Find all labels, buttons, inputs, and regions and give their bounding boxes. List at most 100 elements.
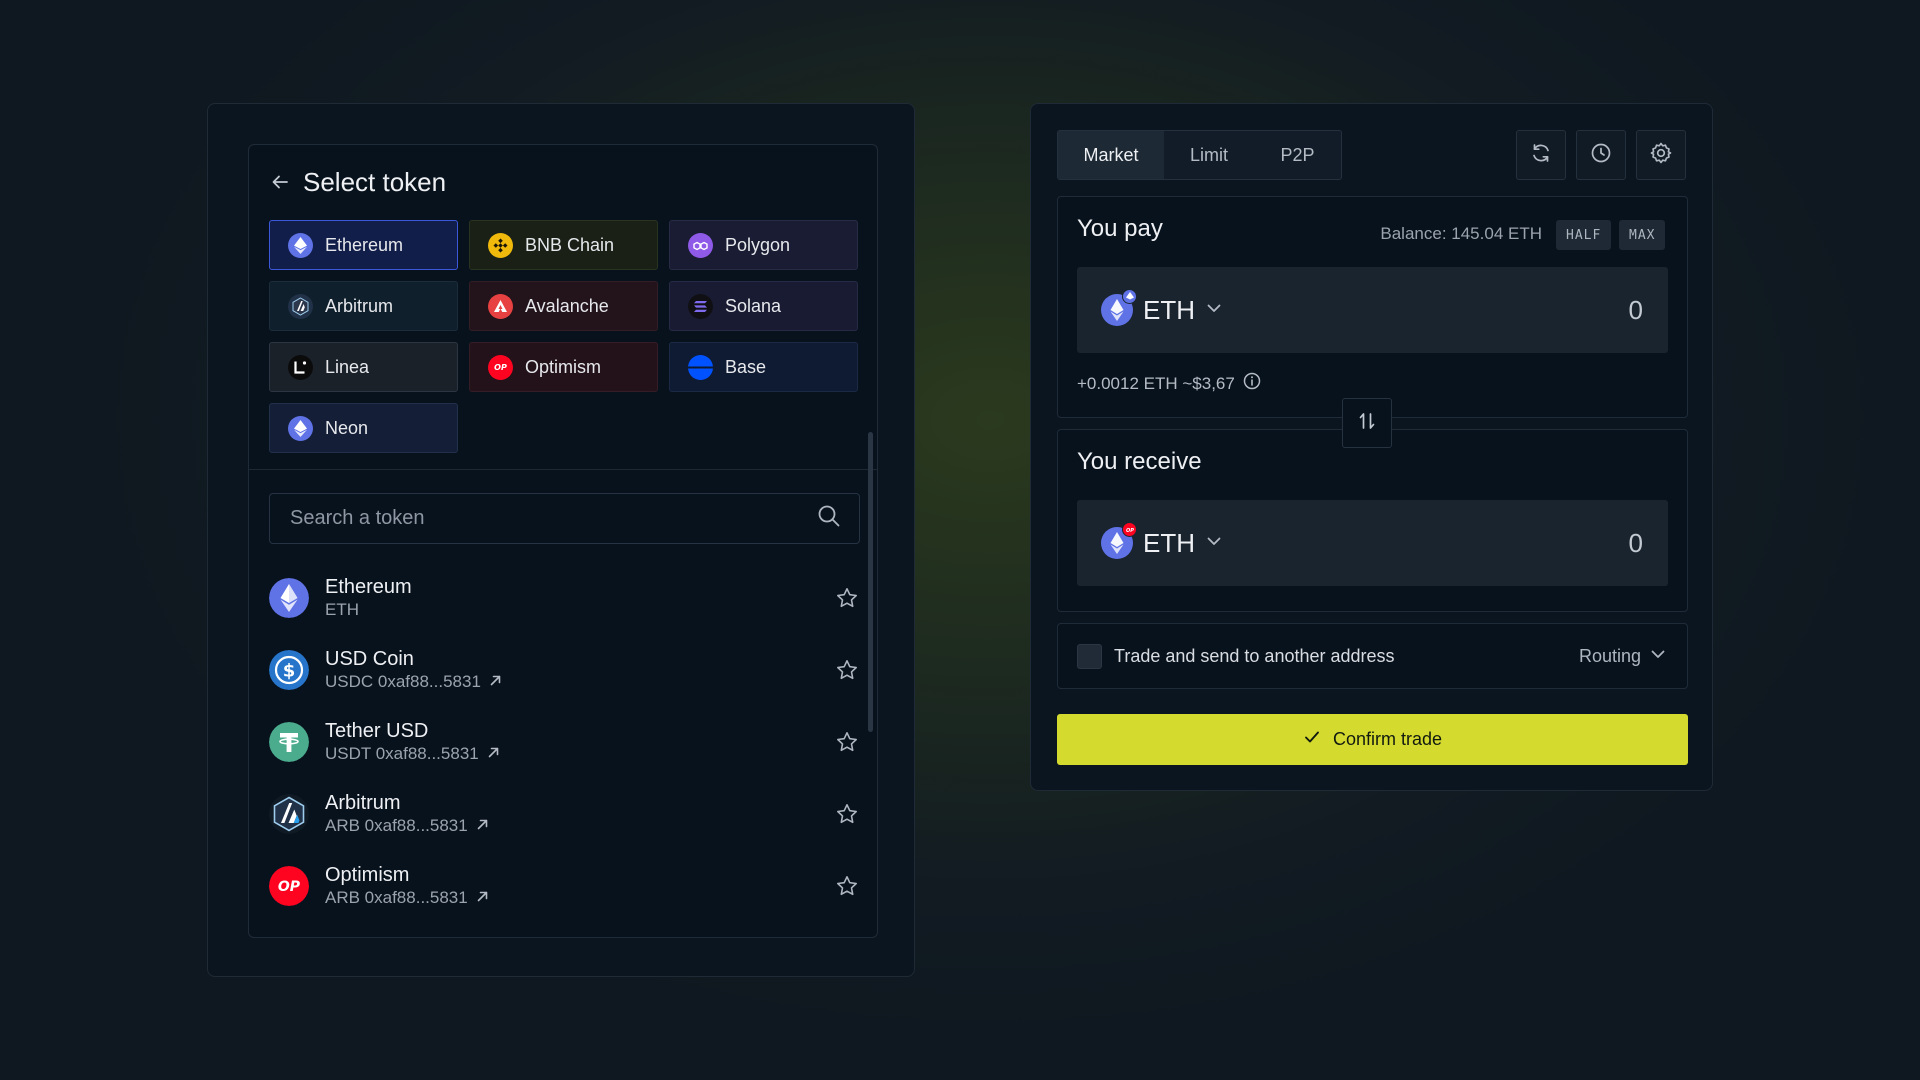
chain-base-button[interactable]: Base [669,342,858,392]
back-arrow-icon[interactable] [269,171,291,193]
receive-amount-input[interactable] [1223,527,1643,559]
svg-text:OP: OP [278,879,301,895]
receive-token-selector[interactable]: OP ETH [1101,522,1223,559]
pay-title: You pay [1077,215,1163,242]
history-icon [1590,142,1612,169]
page-title: Select token [303,166,447,197]
chain-label: Neon [325,417,369,438]
pay-token-symbol: ETH [1143,294,1195,325]
refresh-button[interactable] [1516,130,1566,180]
chain-avalanche-button[interactable]: Avalanche [469,281,658,331]
polygon-icon [688,232,713,258]
search-box [269,493,860,544]
check-icon [1303,728,1321,751]
external-link-icon[interactable] [489,671,502,693]
info-icon[interactable] [1243,372,1261,395]
select-token-card: Select token Ethereum BNB Chain Polygon Arb… [248,144,878,938]
ethereum-logo [269,578,309,618]
token-row[interactable]: $ USD Coin USDC 0xaf88...5831 [269,634,861,706]
svg-text:OP: OP [1126,528,1134,533]
max-button[interactable]: MAX [1619,220,1666,250]
token-subtitle: USDC 0xaf88...5831 [325,671,833,693]
history-button[interactable] [1576,130,1626,180]
send-to-address-checkbox[interactable] [1077,643,1102,669]
token-list-scrollbar[interactable] [868,432,873,732]
token-row[interactable]: OP Optimism ARB 0xaf88...5831 [269,850,861,922]
star-icon[interactable] [833,656,861,684]
chain-neon-button[interactable]: Neon [269,403,458,453]
pay-amount-field: ETH [1077,267,1668,353]
chain-arbitrum-button[interactable]: Arbitrum [269,281,458,331]
swap-arrows-icon [1357,411,1377,436]
refresh-icon [1530,142,1552,169]
routing-dropdown[interactable]: Routing [1579,645,1667,668]
token-subtitle: USDT 0xaf88...5831 [325,743,833,765]
balance-text: Balance: 145.04 ETH [1380,224,1542,243]
optimism-logo: OP [269,866,309,906]
optimism-chain-badge-icon: OP [1122,522,1137,537]
token-address: USDT 0xaf88...5831 [325,744,479,763]
token-subtitle: ARB 0xaf88...5831 [325,815,833,837]
select-token-panel: Select token Ethereum BNB Chain Polygon Arb… [207,103,915,977]
routing-label: Routing [1578,645,1641,666]
pay-amount-input[interactable] [1223,294,1643,326]
external-link-icon[interactable] [476,887,489,909]
usdc-logo: $ [269,650,309,690]
pay-card: You pay Balance: 145.04 ETH HALF MAX ETH… [1057,196,1688,418]
chain-label: Avalanche [525,295,609,316]
chain-optimism-button[interactable]: OP Optimism [469,342,658,392]
half-button[interactable]: HALF [1556,220,1612,250]
pay-token-selector[interactable]: ETH [1101,289,1223,326]
star-icon[interactable] [833,728,861,756]
token-name: Ethereum [325,576,412,598]
solana-icon [688,293,713,319]
fee-text: +0.0012 ETH ~$3,67 [1077,373,1235,393]
tether-logo [269,722,309,762]
chain-ethereum-button[interactable]: Ethereum [269,220,458,270]
star-icon[interactable] [833,800,861,828]
chain-label: Base [725,356,767,377]
external-link-icon[interactable] [476,815,489,837]
star-icon[interactable] [833,584,861,612]
token-row[interactable]: Ethereum ETH [269,562,861,634]
chain-polygon-button[interactable]: Polygon [669,220,858,270]
chain-bnb-chain-button[interactable]: BNB Chain [469,220,658,270]
svg-text:$: $ [283,661,296,682]
chain-filter-grid: Ethereum BNB Chain Polygon Arbitrum Avalanch… [269,220,861,453]
token-address: USDC 0xaf88...5831 [325,672,481,691]
chain-label: Linea [325,356,370,377]
svg-text:OP: OP [494,363,507,372]
arbitrum-logo [269,794,309,834]
tab-p2p[interactable]: P2P [1254,131,1341,179]
confirm-trade-button[interactable]: Confirm trade [1057,714,1688,765]
ethereum-icon [288,232,313,258]
linea-icon [288,354,313,380]
token-address: ARB 0xaf88...5831 [325,816,468,835]
settings-button[interactable] [1636,130,1686,180]
tab-limit[interactable]: Limit [1164,131,1254,179]
swap-direction-button[interactable] [1342,398,1392,448]
select-token-header: Select token [269,165,446,199]
search-icon[interactable] [817,504,841,533]
chain-label: Optimism [525,356,601,377]
tab-market[interactable]: Market [1058,131,1164,179]
external-link-icon[interactable] [487,743,500,765]
neon-icon [288,415,313,441]
search-input[interactable] [290,507,817,530]
chain-linea-button[interactable]: Linea [269,342,458,392]
token-row[interactable]: Arbitrum ARB 0xaf88...5831 [269,778,861,850]
chevron-down-icon [1205,299,1223,322]
token-subtitle: ETH [325,599,833,621]
eth-token-logo: OP [1101,522,1137,559]
chevron-down-icon [1649,645,1667,668]
token-name: Tether USD [325,720,429,742]
chevron-down-icon [1205,532,1223,555]
token-row[interactable]: Tether USD USDT 0xaf88...5831 [269,706,861,778]
token-name: Arbitrum [325,792,401,814]
confirm-trade-label: Confirm trade [1332,729,1443,749]
receive-token-symbol: ETH [1143,527,1195,558]
chain-solana-button[interactable]: Solana [669,281,858,331]
star-icon[interactable] [833,872,861,900]
bnb-icon [488,232,513,258]
arbitrum-icon [288,293,313,319]
